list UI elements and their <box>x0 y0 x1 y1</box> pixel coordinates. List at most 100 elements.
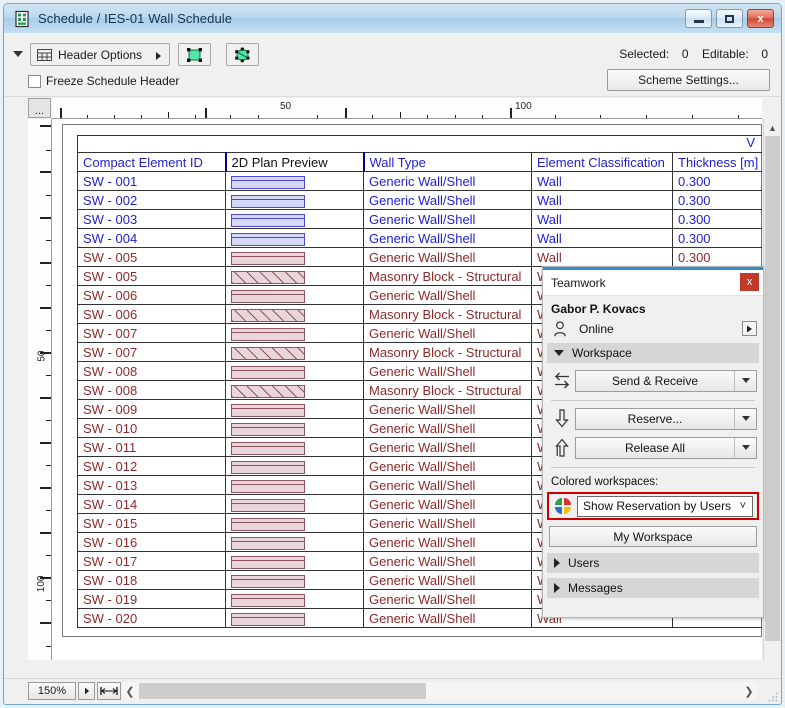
cell-wall-type[interactable]: Generic Wall/Shell <box>364 495 532 514</box>
send-receive-button[interactable]: Send & Receive <box>575 370 757 392</box>
freeze-schedule-header-checkbox[interactable] <box>28 75 41 88</box>
cell-thickness[interactable]: 0.300 <box>673 248 763 267</box>
cell-element-id[interactable]: SW - 007 <box>78 343 226 362</box>
scroll-right-icon[interactable]: ❯ <box>741 682 757 700</box>
cell-element-id[interactable]: SW - 008 <box>78 381 226 400</box>
cell-2d-plan-preview[interactable] <box>226 324 364 343</box>
cell-2d-plan-preview[interactable] <box>226 191 364 210</box>
cell-thickness[interactable]: 0.300 <box>673 191 763 210</box>
minimize-button[interactable] <box>685 9 712 28</box>
cell-element-id[interactable]: SW - 015 <box>78 514 226 533</box>
horizontal-scroll-thumb[interactable] <box>139 683 426 699</box>
cell-element-id[interactable]: SW - 017 <box>78 552 226 571</box>
vertical-scroll-thumb[interactable] <box>765 136 780 641</box>
cell-classification[interactable]: Wall <box>532 191 673 210</box>
scroll-left-icon[interactable]: ❮ <box>122 682 138 700</box>
table-row[interactable]: SW - 002Generic Wall/ShellWall0.3000 <box>78 191 763 210</box>
scroll-up-icon[interactable]: ▲ <box>764 119 781 136</box>
cell-wall-type[interactable]: Generic Wall/Shell <box>364 191 532 210</box>
cell-wall-type[interactable]: Generic Wall/Shell <box>364 210 532 229</box>
cell-wall-type[interactable]: Masonry Block - Structural <box>364 381 532 400</box>
cell-2d-plan-preview[interactable] <box>226 609 364 628</box>
resize-grip-icon[interactable] <box>768 692 778 702</box>
cell-2d-plan-preview[interactable] <box>226 495 364 514</box>
horizontal-scrollbar[interactable]: ❮ ❯ <box>122 682 757 700</box>
release-all-button[interactable]: Release All <box>575 437 757 459</box>
table-row[interactable]: SW - 005Generic Wall/ShellWall0.3003 <box>78 248 763 267</box>
cell-classification[interactable]: Wall <box>532 229 673 248</box>
cell-2d-plan-preview[interactable] <box>226 267 364 286</box>
zoom-menu-button[interactable] <box>78 682 95 700</box>
cell-2d-plan-preview[interactable] <box>226 400 364 419</box>
cell-element-id[interactable]: SW - 016 <box>78 533 226 552</box>
cell-thickness[interactable]: 0.300 <box>673 210 763 229</box>
table-row[interactable]: SW - 003Generic Wall/ShellWall0.3001 <box>78 210 763 229</box>
cell-2d-plan-preview[interactable] <box>226 210 364 229</box>
users-section-header[interactable]: Users <box>547 553 759 573</box>
cell-wall-type[interactable]: Masonry Block - Structural <box>364 305 532 324</box>
cell-element-id[interactable]: SW - 011 <box>78 438 226 457</box>
cell-2d-plan-preview[interactable] <box>226 248 364 267</box>
sheet-vertical-scrollbar[interactable]: ▲ <box>763 119 781 660</box>
cell-element-id[interactable]: SW - 010 <box>78 419 226 438</box>
zoom-level-display[interactable]: 150% <box>28 682 76 700</box>
popup-arrow-icon[interactable] <box>742 321 757 336</box>
vertical-ruler[interactable]: 50 100 <box>28 119 52 660</box>
cell-classification[interactable]: Wall <box>532 210 673 229</box>
cell-2d-plan-preview[interactable] <box>226 533 364 552</box>
cell-2d-plan-preview[interactable] <box>226 476 364 495</box>
cell-element-id[interactable]: SW - 005 <box>78 267 226 286</box>
cell-wall-type[interactable]: Generic Wall/Shell <box>364 476 532 495</box>
cell-2d-plan-preview[interactable] <box>226 229 364 248</box>
cell-2d-plan-preview[interactable] <box>226 457 364 476</box>
release-all-dropdown[interactable] <box>734 438 756 458</box>
cell-wall-type[interactable]: Generic Wall/Shell <box>364 324 532 343</box>
cell-thickness[interactable]: 0.300 <box>673 172 763 191</box>
cell-element-id[interactable]: SW - 006 <box>78 305 226 324</box>
cell-element-id[interactable]: SW - 019 <box>78 590 226 609</box>
cell-element-id[interactable]: SW - 005 <box>78 248 226 267</box>
send-receive-dropdown[interactable] <box>734 371 756 391</box>
ruler-corner-button[interactable]: ... <box>28 98 51 118</box>
table-row[interactable]: SW - 004Generic Wall/ShellWall0.3000 <box>78 229 763 248</box>
cell-element-id[interactable]: SW - 013 <box>78 476 226 495</box>
cell-element-id[interactable]: SW - 003 <box>78 210 226 229</box>
freeze-schedule-header-row[interactable]: Freeze Schedule Header <box>28 74 179 88</box>
cell-classification[interactable]: Wall <box>532 172 673 191</box>
cell-2d-plan-preview[interactable] <box>226 514 364 533</box>
column-header[interactable]: Wall Type <box>364 153 532 172</box>
cell-wall-type[interactable]: Generic Wall/Shell <box>364 457 532 476</box>
cell-wall-type[interactable]: Generic Wall/Shell <box>364 229 532 248</box>
cell-classification[interactable]: Wall <box>532 248 673 267</box>
workspace-section-header[interactable]: Workspace <box>547 343 759 363</box>
cell-element-id[interactable]: SW - 018 <box>78 571 226 590</box>
cell-wall-type[interactable]: Generic Wall/Shell <box>364 552 532 571</box>
select-3d-button[interactable] <box>226 43 259 66</box>
cell-2d-plan-preview[interactable] <box>226 571 364 590</box>
cell-2d-plan-preview[interactable] <box>226 343 364 362</box>
cell-wall-type[interactable]: Generic Wall/Shell <box>364 362 532 381</box>
cell-2d-plan-preview[interactable] <box>226 172 364 191</box>
cell-2d-plan-preview[interactable] <box>226 381 364 400</box>
cell-element-id[interactable]: SW - 004 <box>78 229 226 248</box>
scheme-settings-button[interactable]: Scheme Settings... <box>607 69 770 91</box>
cell-thickness[interactable]: 0.300 <box>673 229 763 248</box>
colored-workspaces-select[interactable]: Show Reservation by Users ˅ <box>577 496 753 517</box>
cell-2d-plan-preview[interactable] <box>226 419 364 438</box>
teamwork-status-row[interactable]: Online <box>547 318 759 340</box>
cell-wall-type[interactable]: Generic Wall/Shell <box>364 286 532 305</box>
cell-element-id[interactable]: SW - 008 <box>78 362 226 381</box>
cell-2d-plan-preview[interactable] <box>226 305 364 324</box>
cell-2d-plan-preview[interactable] <box>226 362 364 381</box>
cell-wall-type[interactable]: Generic Wall/Shell <box>364 438 532 457</box>
cell-element-id[interactable]: SW - 006 <box>78 286 226 305</box>
column-header[interactable]: Thickness [m] <box>673 153 763 172</box>
column-header[interactable]: Element Classification <box>532 153 673 172</box>
fit-width-button[interactable] <box>97 682 121 700</box>
teamwork-close-button[interactable]: x <box>740 273 759 291</box>
cell-element-id[interactable]: SW - 012 <box>78 457 226 476</box>
cell-2d-plan-preview[interactable] <box>226 286 364 305</box>
cell-wall-type[interactable]: Generic Wall/Shell <box>364 248 532 267</box>
cell-2d-plan-preview[interactable] <box>226 438 364 457</box>
cell-2d-plan-preview[interactable] <box>226 552 364 571</box>
